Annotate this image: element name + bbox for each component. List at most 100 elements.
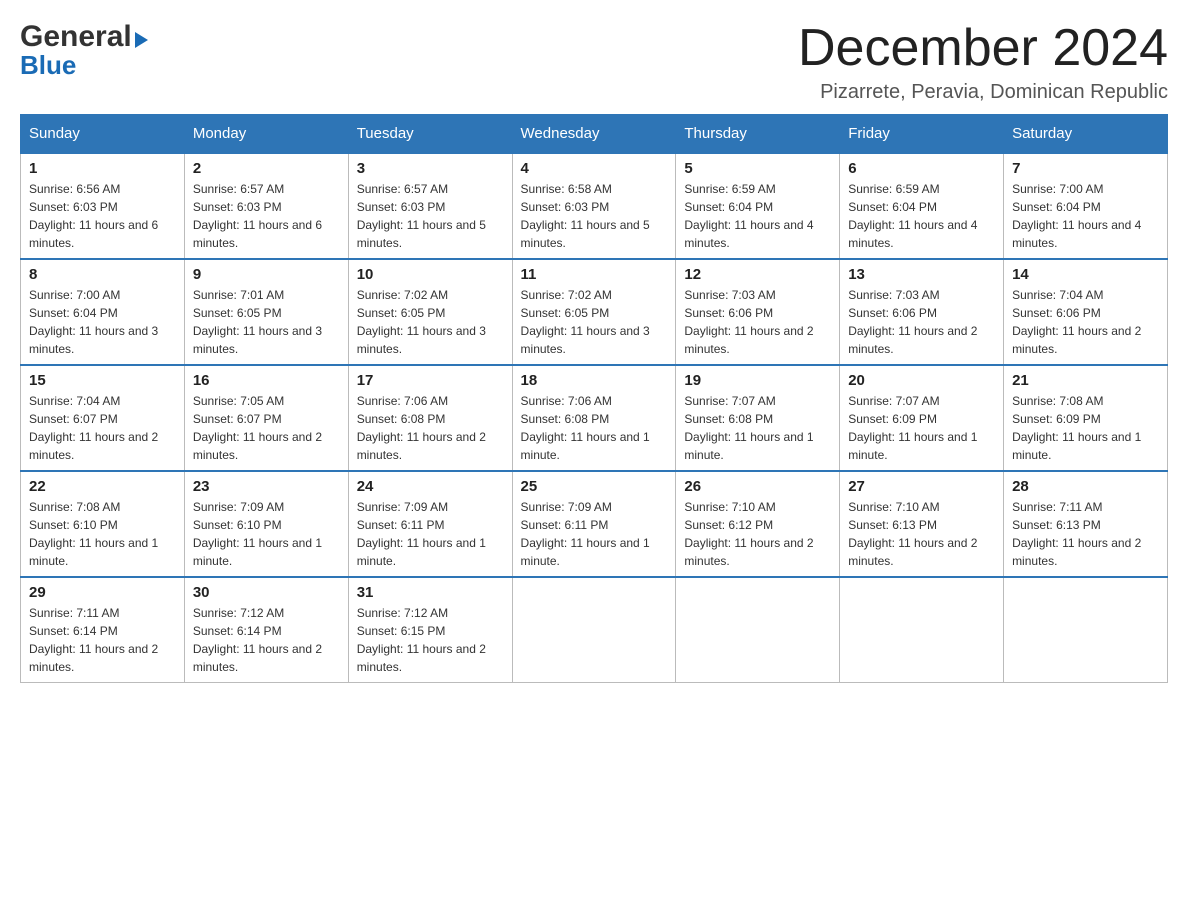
col-header-monday: Monday (184, 115, 348, 154)
day-cell-20: 20 Sunrise: 7:07 AMSunset: 6:09 PMDayligh… (840, 365, 1004, 471)
day-number: 30 (193, 584, 340, 601)
day-info: Sunrise: 7:07 AMSunset: 6:08 PMDaylight:… (684, 392, 831, 464)
col-header-saturday: Saturday (1004, 115, 1168, 154)
day-info: Sunrise: 7:02 AMSunset: 6:05 PMDaylight:… (521, 286, 668, 358)
day-number: 25 (521, 478, 668, 495)
day-number: 22 (29, 478, 176, 495)
day-cell-15: 15 Sunrise: 7:04 AMSunset: 6:07 PMDayligh… (21, 365, 185, 471)
day-info: Sunrise: 7:07 AMSunset: 6:09 PMDaylight:… (848, 392, 995, 464)
day-number: 20 (848, 372, 995, 389)
day-info: Sunrise: 7:02 AMSunset: 6:05 PMDaylight:… (357, 286, 504, 358)
day-cell-14: 14 Sunrise: 7:04 AMSunset: 6:06 PMDayligh… (1004, 259, 1168, 365)
day-info: Sunrise: 6:59 AMSunset: 6:04 PMDaylight:… (848, 180, 995, 252)
day-number: 28 (1012, 478, 1159, 495)
day-cell-22: 22 Sunrise: 7:08 AMSunset: 6:10 PMDayligh… (21, 471, 185, 577)
day-number: 23 (193, 478, 340, 495)
col-header-tuesday: Tuesday (348, 115, 512, 154)
day-cell-5: 5 Sunrise: 6:59 AMSunset: 6:04 PMDaylight… (676, 153, 840, 259)
day-cell-6: 6 Sunrise: 6:59 AMSunset: 6:04 PMDaylight… (840, 153, 1004, 259)
arrow-icon (135, 32, 148, 48)
day-info: Sunrise: 6:57 AMSunset: 6:03 PMDaylight:… (357, 180, 504, 252)
location-subtitle: Pizarrete, Peravia, Dominican Republic (798, 81, 1168, 104)
col-header-wednesday: Wednesday (512, 115, 676, 154)
day-number: 14 (1012, 266, 1159, 283)
day-number: 26 (684, 478, 831, 495)
day-cell-2: 2Sunrise: 6:57 AMSunset: 6:03 PMDaylight… (184, 153, 348, 259)
day-number: 5 (684, 160, 831, 177)
day-info: Sunrise: 7:08 AMSunset: 6:10 PMDaylight:… (29, 498, 176, 570)
logo-blue-text: Blue (20, 50, 76, 81)
day-number: 2 (193, 160, 340, 177)
col-header-sunday: Sunday (21, 115, 185, 154)
day-info: Sunrise: 7:10 AMSunset: 6:12 PMDaylight:… (684, 498, 831, 570)
day-number: 21 (1012, 372, 1159, 389)
day-cell-31: 31 Sunrise: 7:12 AMSunset: 6:15 PMDayligh… (348, 577, 512, 683)
day-info: Sunrise: 6:59 AMSunset: 6:04 PMDaylight:… (684, 180, 831, 252)
day-number: 13 (848, 266, 995, 283)
day-cell-30: 30 Sunrise: 7:12 AMSunset: 6:14 PMDayligh… (184, 577, 348, 683)
day-number: 7 (1012, 160, 1159, 177)
day-info: Sunrise: 7:05 AMSunset: 6:07 PMDaylight:… (193, 392, 340, 464)
day-cell-17: 17 Sunrise: 7:06 AMSunset: 6:08 PMDayligh… (348, 365, 512, 471)
week-row-2: 8Sunrise: 7:00 AMSunset: 6:04 PMDaylight… (21, 259, 1168, 365)
day-cell-21: 21Sunrise: 7:08 AMSunset: 6:09 PMDayligh… (1004, 365, 1168, 471)
day-cell-4: 4 Sunrise: 6:58 AMSunset: 6:03 PMDaylight… (512, 153, 676, 259)
week-row-1: 1 Sunrise: 6:56 AMSunset: 6:03 PMDaylight… (21, 153, 1168, 259)
col-header-friday: Friday (840, 115, 1004, 154)
day-info: Sunrise: 7:09 AMSunset: 6:11 PMDaylight:… (357, 498, 504, 570)
day-number: 9 (193, 266, 340, 283)
day-info: Sunrise: 7:04 AMSunset: 6:07 PMDaylight:… (29, 392, 176, 464)
page-header: General Blue December 2024 Pizarrete, Pe… (20, 20, 1168, 104)
day-cell-8: 8Sunrise: 7:00 AMSunset: 6:04 PMDaylight… (21, 259, 185, 365)
day-number: 29 (29, 584, 176, 601)
week-row-4: 22 Sunrise: 7:08 AMSunset: 6:10 PMDayligh… (21, 471, 1168, 577)
day-cell-7: 7 Sunrise: 7:00 AMSunset: 6:04 PMDaylight… (1004, 153, 1168, 259)
day-cell-3: 3 Sunrise: 6:57 AMSunset: 6:03 PMDaylight… (348, 153, 512, 259)
day-number: 12 (684, 266, 831, 283)
day-info: Sunrise: 6:58 AMSunset: 6:03 PMDaylight:… (521, 180, 668, 252)
empty-cell (676, 577, 840, 683)
day-cell-29: 29Sunrise: 7:11 AMSunset: 6:14 PMDayligh… (21, 577, 185, 683)
day-number: 18 (521, 372, 668, 389)
day-number: 31 (357, 584, 504, 601)
day-number: 10 (357, 266, 504, 283)
day-number: 19 (684, 372, 831, 389)
day-number: 1 (29, 160, 176, 177)
day-info: Sunrise: 7:11 AMSunset: 6:13 PMDaylight:… (1012, 498, 1159, 570)
day-cell-27: 27Sunrise: 7:10 AMSunset: 6:13 PMDayligh… (840, 471, 1004, 577)
day-number: 16 (193, 372, 340, 389)
day-number: 15 (29, 372, 176, 389)
day-info: Sunrise: 7:09 AMSunset: 6:11 PMDaylight:… (521, 498, 668, 570)
week-row-3: 15 Sunrise: 7:04 AMSunset: 6:07 PMDayligh… (21, 365, 1168, 471)
day-info: Sunrise: 7:09 AMSunset: 6:10 PMDaylight:… (193, 498, 340, 570)
empty-cell (512, 577, 676, 683)
day-info: Sunrise: 6:56 AMSunset: 6:03 PMDaylight:… (29, 180, 176, 252)
empty-cell (840, 577, 1004, 683)
day-cell-26: 26 Sunrise: 7:10 AMSunset: 6:12 PMDayligh… (676, 471, 840, 577)
day-cell-19: 19 Sunrise: 7:07 AMSunset: 6:08 PMDayligh… (676, 365, 840, 471)
empty-cell (1004, 577, 1168, 683)
day-number: 24 (357, 478, 504, 495)
day-number: 11 (521, 266, 668, 283)
day-info: Sunrise: 7:04 AMSunset: 6:06 PMDaylight:… (1012, 286, 1159, 358)
day-info: Sunrise: 7:12 AMSunset: 6:14 PMDaylight:… (193, 604, 340, 676)
day-info: Sunrise: 7:06 AMSunset: 6:08 PMDaylight:… (357, 392, 504, 464)
day-number: 4 (521, 160, 668, 177)
day-info: Sunrise: 7:03 AMSunset: 6:06 PMDaylight:… (848, 286, 995, 358)
logo-general-text: General (20, 20, 148, 54)
day-cell-24: 24 Sunrise: 7:09 AMSunset: 6:11 PMDayligh… (348, 471, 512, 577)
day-number: 3 (357, 160, 504, 177)
day-info: Sunrise: 7:01 AMSunset: 6:05 PMDaylight:… (193, 286, 340, 358)
calendar-header-row: SundayMondayTuesdayWednesdayThursdayFrid… (21, 115, 1168, 154)
day-number: 6 (848, 160, 995, 177)
day-cell-10: 10 Sunrise: 7:02 AMSunset: 6:05 PMDayligh… (348, 259, 512, 365)
day-info: Sunrise: 7:00 AMSunset: 6:04 PMDaylight:… (1012, 180, 1159, 252)
day-number: 27 (848, 478, 995, 495)
day-info: Sunrise: 7:06 AMSunset: 6:08 PMDaylight:… (521, 392, 668, 464)
day-info: Sunrise: 7:12 AMSunset: 6:15 PMDaylight:… (357, 604, 504, 676)
day-number: 17 (357, 372, 504, 389)
week-row-5: 29Sunrise: 7:11 AMSunset: 6:14 PMDayligh… (21, 577, 1168, 683)
day-cell-16: 16 Sunrise: 7:05 AMSunset: 6:07 PMDayligh… (184, 365, 348, 471)
day-cell-1: 1 Sunrise: 6:56 AMSunset: 6:03 PMDaylight… (21, 153, 185, 259)
month-title: December 2024 (798, 20, 1168, 77)
